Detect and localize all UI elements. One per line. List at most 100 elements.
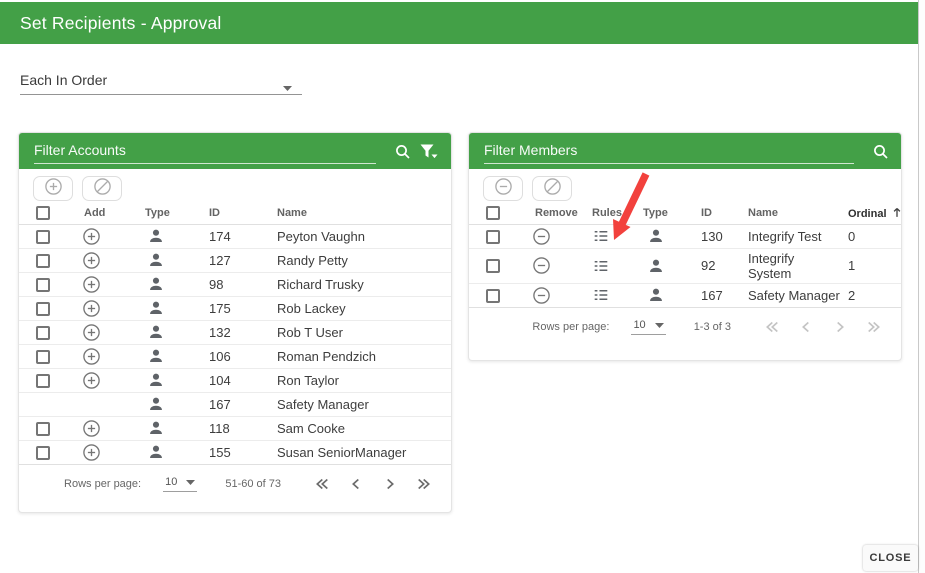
chevron-down-icon [283, 78, 292, 94]
row-checkbox[interactable] [36, 446, 50, 460]
person-icon [147, 299, 165, 317]
rows-per-page-value: 10 [633, 319, 645, 331]
member-ordinal: 2 [846, 283, 901, 307]
order-dropdown[interactable]: Each In Order [20, 66, 302, 95]
account-name: Peyton Vaughn [267, 224, 451, 248]
prev-page-icon[interactable] [789, 315, 823, 339]
members-toolbar [469, 169, 901, 203]
add-circle-icon[interactable] [82, 419, 101, 438]
row-checkbox[interactable] [486, 259, 500, 273]
filter-accounts-input[interactable]: Filter Accounts [34, 138, 376, 164]
person-icon [647, 286, 665, 304]
members-pagination: Rows per page: 10 1-3 of 3 [469, 307, 901, 345]
prev-page-icon[interactable] [339, 472, 373, 496]
remove-circle-icon[interactable] [532, 256, 551, 275]
remove-all-button[interactable] [483, 176, 523, 201]
row-checkbox[interactable] [486, 289, 500, 303]
person-icon [647, 227, 665, 245]
person-icon [147, 419, 165, 437]
row-checkbox[interactable] [36, 422, 50, 436]
row-checkbox[interactable] [36, 326, 50, 340]
person-icon [647, 257, 665, 275]
first-page-icon[interactable] [305, 472, 339, 496]
add-circle-icon[interactable] [82, 275, 101, 294]
next-page-icon[interactable] [823, 315, 857, 339]
last-page-icon[interactable] [857, 315, 891, 339]
page-gutter [919, 0, 925, 573]
table-row: 175 Rob Lackey [19, 296, 451, 320]
column-header-type[interactable]: Type [641, 203, 691, 224]
ordinal-label: Ordinal [848, 208, 887, 220]
member-name: Integrify System [746, 248, 846, 283]
search-icon[interactable] [872, 143, 889, 160]
next-page-icon[interactable] [373, 472, 407, 496]
row-checkbox[interactable] [486, 230, 500, 244]
column-header-remove[interactable]: Remove [526, 203, 589, 224]
column-header-ordinal[interactable]: Ordinal [846, 203, 901, 224]
column-header-rules[interactable]: Rules [589, 203, 641, 224]
account-id: 118 [199, 416, 267, 440]
add-circle-icon[interactable] [82, 299, 101, 318]
members-panel: Filter Members Remove Rules Type ID Name… [468, 132, 902, 361]
rows-per-page-select[interactable]: 10 [163, 476, 197, 492]
column-header-id[interactable]: ID [199, 203, 267, 224]
column-header-add[interactable]: Add [76, 203, 139, 224]
table-row: 98 Richard Trusky [19, 272, 451, 296]
table-row: 167 Safety Manager [19, 392, 451, 416]
block-icon [93, 177, 112, 201]
rules-list-icon[interactable] [592, 286, 610, 304]
person-icon [147, 371, 165, 389]
table-row: 130 Integrify Test 0 [469, 224, 901, 248]
member-ordinal: 0 [846, 224, 901, 248]
member-name: Integrify Test [746, 224, 846, 248]
table-row: 132 Rob T User [19, 320, 451, 344]
rows-per-page-label: Rows per page: [64, 478, 141, 490]
row-checkbox[interactable] [36, 230, 50, 244]
add-circle-icon[interactable] [82, 443, 101, 462]
add-circle-icon[interactable] [82, 251, 101, 270]
dialog-title: Set Recipients - Approval [20, 13, 222, 34]
row-checkbox[interactable] [36, 374, 50, 388]
select-all-checkbox[interactable] [36, 206, 50, 220]
rules-list-icon[interactable] [592, 257, 610, 275]
account-id: 174 [199, 224, 267, 248]
member-id: 92 [691, 248, 746, 283]
row-checkbox[interactable] [36, 302, 50, 316]
rules-list-icon[interactable] [592, 227, 610, 245]
remove-circle-icon[interactable] [532, 227, 551, 246]
first-page-icon[interactable] [755, 315, 789, 339]
add-all-button[interactable] [33, 176, 73, 201]
filter-members-input[interactable]: Filter Members [484, 138, 854, 164]
rows-per-page-select[interactable]: 10 [631, 319, 665, 335]
account-name: Safety Manager [267, 392, 451, 416]
column-header-name[interactable]: Name [746, 203, 846, 224]
clear-selection-button[interactable] [532, 176, 572, 201]
person-icon [147, 395, 165, 413]
add-circle-icon[interactable] [82, 347, 101, 366]
clear-selection-button[interactable] [82, 176, 122, 201]
account-name: Roman Pendzich [267, 344, 451, 368]
search-icon[interactable] [394, 143, 411, 160]
column-header-type[interactable]: Type [139, 203, 199, 224]
row-checkbox[interactable] [36, 350, 50, 364]
account-name: Rob T User [267, 320, 451, 344]
close-button[interactable]: CLOSE [863, 545, 918, 571]
add-circle-icon[interactable] [82, 371, 101, 390]
last-page-icon[interactable] [407, 472, 441, 496]
table-row: 155 Susan SeniorManager [19, 440, 451, 464]
row-checkbox[interactable] [36, 278, 50, 292]
account-name: Richard Trusky [267, 272, 451, 296]
row-checkbox[interactable] [36, 254, 50, 268]
account-name: Rob Lackey [267, 296, 451, 320]
filter-funnel-icon[interactable] [419, 143, 439, 159]
column-header-name[interactable]: Name [267, 203, 451, 224]
table-row: 174 Peyton Vaughn [19, 224, 451, 248]
accounts-panel: Filter Accounts Add Type ID Name [18, 132, 452, 513]
remove-circle-icon[interactable] [532, 286, 551, 305]
column-header-id[interactable]: ID [691, 203, 746, 224]
add-circle-icon[interactable] [82, 227, 101, 246]
accounts-header-row: Add Type ID Name [19, 203, 451, 224]
member-name: Safety Manager [746, 283, 846, 307]
select-all-checkbox[interactable] [486, 206, 500, 220]
add-circle-icon[interactable] [82, 323, 101, 342]
